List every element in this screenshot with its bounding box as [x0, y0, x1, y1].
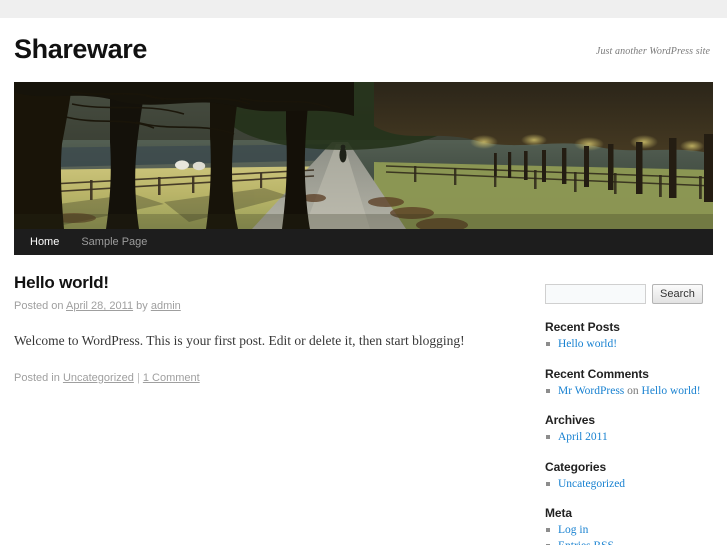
top-background-strip — [0, 0, 727, 18]
post-title[interactable]: Hello world! — [14, 272, 514, 294]
archive-link[interactable]: April 2011 — [558, 431, 608, 443]
widget-recent-posts: Recent Posts Hello world! — [545, 319, 727, 352]
meta-entries-rss-link[interactable]: Entries RSS — [558, 540, 614, 545]
meta-login-link[interactable]: Log in — [558, 524, 588, 536]
widget-title-meta: Meta — [545, 506, 572, 520]
list-item: Entries RSS — [545, 539, 727, 545]
post-meta-posted-on: Posted on — [14, 300, 64, 312]
post-category-link[interactable]: Uncategorized — [63, 372, 134, 384]
site-title[interactable]: Shareware — [14, 33, 147, 65]
post-footer-meta: Posted in Uncategorized | 1 Comment — [14, 371, 514, 386]
meta-separator: | — [136, 372, 140, 384]
comment-post-link[interactable]: Hello world! — [642, 385, 701, 397]
widget-meta: Meta Log in Entries RSS Comments RSS Wor… — [545, 505, 727, 545]
list-item: Mr WordPress on Hello world! — [545, 384, 727, 399]
search-button[interactable]: Search — [652, 284, 703, 304]
header-image — [14, 82, 713, 229]
list-item: Uncategorized — [545, 477, 727, 492]
archives-list: April 2011 — [545, 430, 727, 445]
post-meta-by: by — [136, 300, 148, 312]
widget-title-recent-comments: Recent Comments — [545, 366, 649, 381]
comment-on-label: on — [624, 384, 642, 397]
nav-list: Home Sample Page — [14, 229, 713, 255]
main-content: Hello world! Posted on April 28, 2011 by… — [14, 272, 514, 386]
widget-categories: Categories Uncategorized — [545, 459, 727, 492]
site-tagline: Just another WordPress site — [595, 46, 710, 57]
header-image-graphic — [14, 82, 713, 229]
post-content: Welcome to WordPress. This is your first… — [14, 333, 465, 348]
post-author-link[interactable]: admin — [151, 300, 181, 312]
widget-archives: Archives April 2011 — [545, 412, 727, 445]
comment-author-link[interactable]: Mr WordPress — [558, 385, 624, 397]
recent-comments-list: Mr WordPress on Hello world! — [545, 384, 727, 399]
meta-list: Log in Entries RSS Comments RSS WordPres… — [545, 523, 727, 545]
search-form: Search — [545, 284, 727, 304]
recent-post-link[interactable]: Hello world! — [558, 338, 617, 350]
posted-in-label: Posted in — [14, 372, 60, 384]
list-item: Hello world! — [545, 337, 727, 352]
post-date-link[interactable]: April 28, 2011 — [66, 300, 133, 312]
nav-item-home[interactable]: Home — [14, 229, 70, 255]
site-header: Shareware Just another WordPress site — [0, 18, 727, 82]
widget-recent-comments: Recent Comments Mr WordPress on Hello wo… — [545, 366, 727, 399]
widget-title-archives: Archives — [545, 413, 595, 427]
post-article: Hello world! Posted on April 28, 2011 by… — [14, 272, 514, 386]
categories-list: Uncategorized — [545, 477, 727, 492]
post-meta: Posted on April 28, 2011 by admin — [14, 299, 514, 314]
widget-title-categories: Categories — [545, 459, 607, 474]
category-link[interactable]: Uncategorized — [558, 478, 625, 490]
search-input[interactable] — [545, 284, 646, 304]
sidebar: Search Recent Posts Hello world! Recent … — [545, 284, 727, 545]
main-navigation: Home Sample Page — [14, 229, 713, 255]
recent-posts-list: Hello world! — [545, 337, 727, 352]
widget-title-recent-posts: Recent Posts — [545, 320, 620, 334]
list-item: April 2011 — [545, 430, 727, 445]
nav-item-sample-page[interactable]: Sample Page — [70, 229, 158, 255]
page-root: Shareware Just another WordPress site Ho… — [0, 0, 727, 545]
post-comments-link[interactable]: 1 Comment — [143, 372, 200, 384]
list-item: Log in — [545, 523, 727, 538]
